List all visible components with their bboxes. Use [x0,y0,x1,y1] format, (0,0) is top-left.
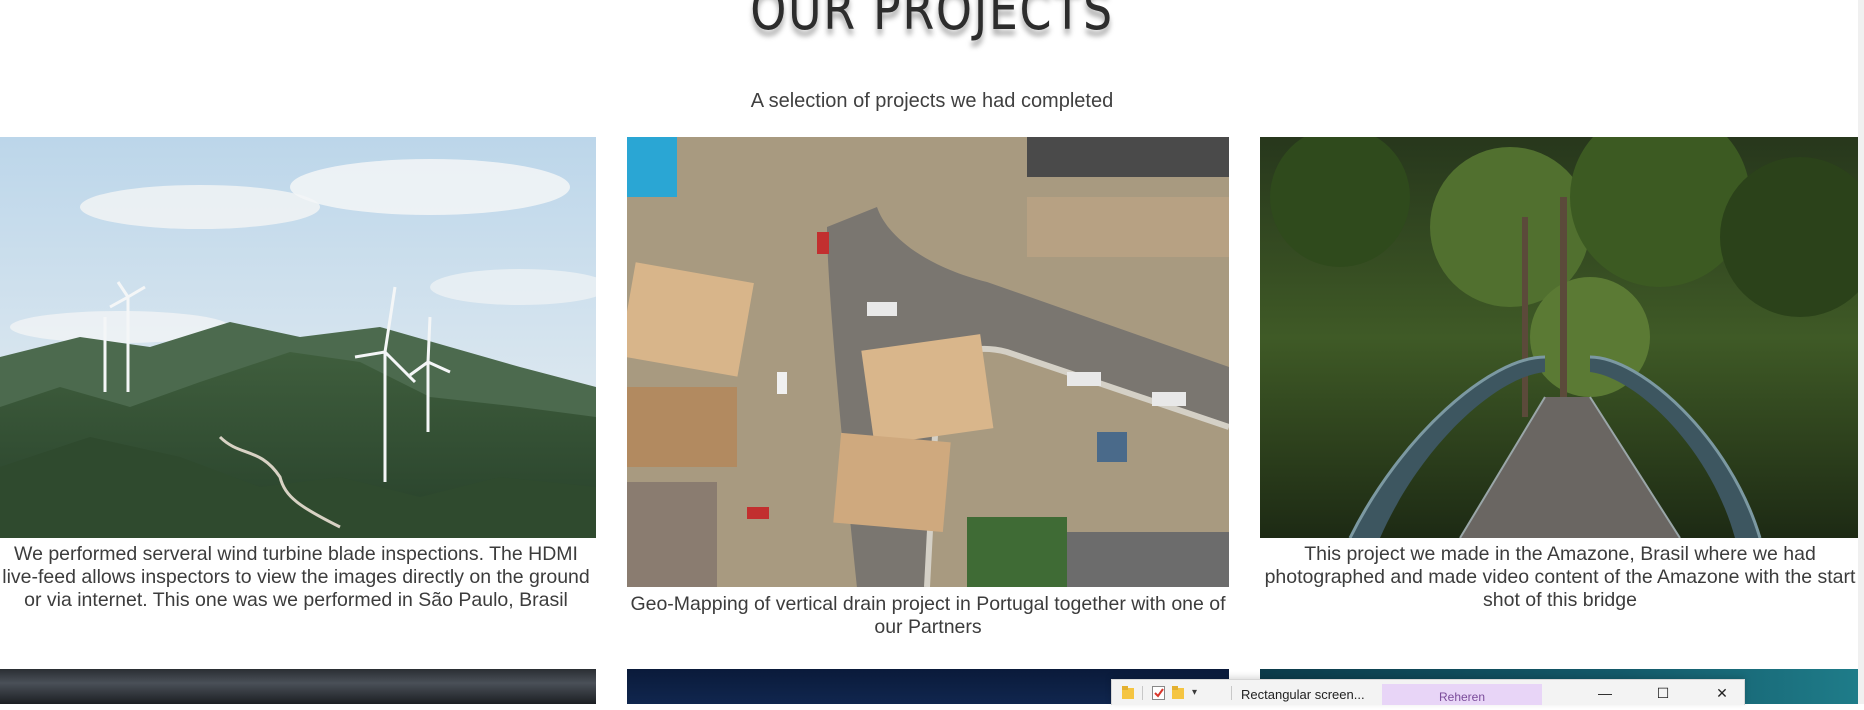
toolbar-separator [1231,686,1232,700]
section-subtitle: A selection of projects we had completed [750,90,1114,112]
maximize-button[interactable]: ☐ [1653,684,1673,702]
wind-turbines-photo [0,137,596,538]
dropdown-arrow-icon[interactable]: ▾ [1192,686,1204,700]
window-title: Rectangular screen... [1241,687,1365,702]
minimize-button[interactable]: — [1595,684,1615,702]
jungle-bridge-photo [1260,137,1864,538]
folder-icon[interactable] [1172,686,1184,700]
section-title: OUR PROJECTS [750,0,1114,43]
active-taskbar-item[interactable]: Reheren [1382,684,1542,705]
project-caption: This project we made in the Amazone, Bra… [1264,543,1856,611]
project-caption: Geo-Mapping of vertical drain project in… [630,593,1226,638]
page-scrollbar[interactable] [1858,0,1864,704]
snipping-tool-window-bar[interactable]: ▾ Rectangular screen... Reheren — ☐ ✕ [1111,679,1745,705]
project-caption: We performed serveral wind turbine blade… [2,543,590,611]
toolbar-separator [1142,686,1143,700]
close-button[interactable]: ✕ [1712,684,1732,702]
project-image-row2-1 [0,669,596,704]
checklist-icon[interactable] [1152,686,1165,700]
aerial-construction-photo [627,137,1229,587]
folder-icon[interactable] [1122,686,1134,700]
